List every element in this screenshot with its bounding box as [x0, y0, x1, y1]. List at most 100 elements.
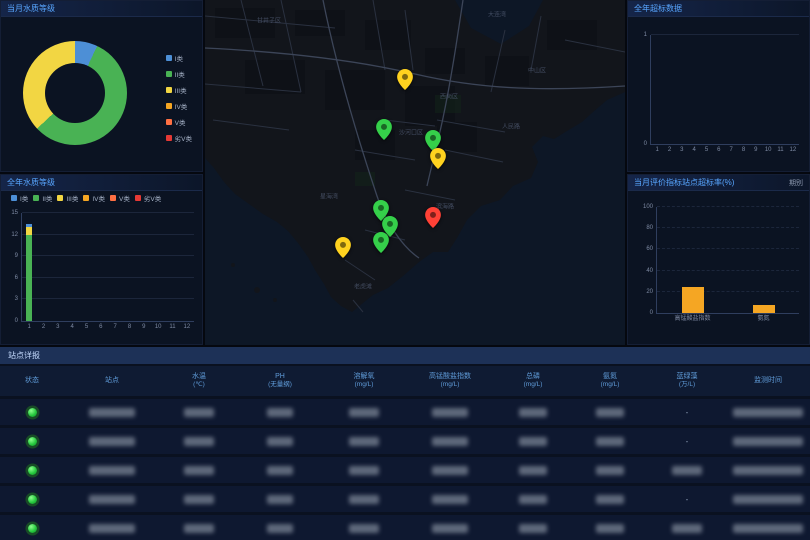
redacted-value: [184, 524, 214, 533]
redacted-value: [733, 408, 803, 417]
redacted-value: [267, 466, 293, 475]
chart-bar: [682, 287, 704, 314]
value-cell: [406, 408, 494, 417]
map-pin-warning[interactable]: [397, 69, 413, 90]
redacted-value: [349, 524, 379, 533]
legend-item[interactable]: 劣V类: [166, 133, 192, 143]
value-cell: [406, 466, 494, 475]
x-axis-tick: 6: [717, 147, 720, 153]
y-axis-tick: 80: [646, 225, 653, 231]
value-cell: [572, 466, 648, 475]
gridline: [657, 227, 799, 228]
x-axis-tick: 1: [27, 324, 30, 330]
station-row[interactable]: -: [0, 486, 810, 512]
month-rate-chart: 020406080100高锰酸盐指数氨氮: [628, 175, 809, 344]
value-cell: [494, 408, 572, 417]
redacted-value: [89, 495, 135, 504]
status-indicator: [28, 495, 37, 504]
redacted-value: [432, 408, 468, 417]
status-indicator: [28, 524, 37, 533]
value-cell: [322, 437, 406, 446]
station-row[interactable]: [0, 457, 810, 483]
station-row[interactable]: -: [0, 399, 810, 425]
value-cell: [322, 408, 406, 417]
legend-item[interactable]: II类: [166, 69, 192, 79]
map-pin-warning[interactable]: [335, 237, 351, 258]
legend-item[interactable]: V类: [166, 117, 192, 127]
year-quality-plot: 03691215123456789101112: [21, 213, 194, 322]
x-axis-tick: 8: [742, 147, 745, 153]
redacted-value: [349, 408, 379, 417]
column-header: 状态: [0, 376, 64, 385]
y-axis-tick: 15: [11, 210, 18, 216]
x-axis-tick: 11: [777, 147, 783, 153]
value-cell: [572, 495, 648, 504]
map-pin-normal[interactable]: [376, 119, 392, 140]
value-cell: [322, 495, 406, 504]
x-axis-tick: 2: [668, 147, 671, 153]
value-cell: [406, 495, 494, 504]
map-pin-alarm[interactable]: [425, 207, 441, 228]
value-cell: [572, 437, 648, 446]
station-row[interactable]: -: [0, 428, 810, 454]
y-axis-tick: 12: [11, 232, 18, 238]
x-axis-tick: 4: [692, 147, 695, 153]
gridline: [657, 248, 799, 249]
gridline: [22, 234, 194, 235]
x-axis-tick: 7: [729, 147, 732, 153]
empty-value: -: [686, 437, 689, 446]
map-pin-warning[interactable]: [430, 148, 446, 169]
legend-item[interactable]: I类: [166, 53, 192, 63]
redacted-value: [672, 466, 702, 475]
panel-month-rate: 当月评价指标站点超标率(%) 期别 020406080100高锰酸盐指数氨氮: [627, 174, 810, 345]
panel-month-quality: 当月水质等级 I类 II类 III类 IV类 V类劣V类: [0, 0, 203, 172]
table-column-headers: 状态站点水温(℃)PH(无量纲)溶解氧(mg/L)高锰酸盐指数(mg/L)总磷(…: [0, 366, 810, 396]
redacted-value: [267, 524, 293, 533]
y-axis-tick: 20: [646, 289, 653, 295]
y-axis-tick: 6: [15, 275, 18, 281]
map-pin-normal[interactable]: [373, 232, 389, 253]
chart-bar: [753, 305, 775, 313]
status-cell: [0, 437, 64, 446]
x-axis-tick: 氨氮: [757, 316, 769, 322]
x-axis-tick: 12: [789, 147, 796, 153]
value-cell: -: [648, 495, 726, 504]
map-panel[interactable]: 甘井子区大连湾中山区西岗区沙河口区人民路星海湾滨海路老虎滩: [205, 0, 625, 345]
legend-item[interactable]: IV类: [166, 101, 192, 111]
map-pin-layer: [205, 0, 625, 345]
column-header: 站点: [64, 376, 160, 385]
legend-item[interactable]: III类: [166, 85, 192, 95]
x-axis-tick: 5: [85, 324, 88, 330]
legend-swatch: [166, 119, 172, 125]
y-axis-tick: 9: [15, 253, 18, 259]
redacted-value: [733, 466, 803, 475]
station-name-cell: [64, 408, 160, 417]
redacted-value: [267, 495, 293, 504]
column-header: 水温(℃): [160, 372, 238, 390]
y-axis-tick: 3: [15, 296, 18, 302]
x-axis-tick: 9: [142, 324, 145, 330]
x-axis-tick: 7: [113, 324, 116, 330]
month-quality-donut-chart[interactable]: [23, 41, 127, 145]
station-name-cell: [64, 495, 160, 504]
value-cell: [494, 524, 572, 533]
panel-month-quality-header: 当月水质等级: [1, 1, 202, 17]
redacted-value: [519, 524, 547, 533]
value-cell: [160, 437, 238, 446]
value-cell: [494, 437, 572, 446]
legend-swatch: [166, 55, 172, 61]
status-indicator: [28, 466, 37, 475]
value-cell: [238, 495, 322, 504]
legend-swatch: [166, 103, 172, 109]
redacted-value: [89, 524, 135, 533]
y-axis-tick: 0: [644, 141, 647, 147]
redacted-value: [184, 437, 214, 446]
redacted-value: [349, 437, 379, 446]
y-axis-tick: 1: [644, 32, 647, 38]
redacted-value: [184, 466, 214, 475]
value-cell: [322, 524, 406, 533]
empty-value: -: [686, 408, 689, 417]
redacted-value: [89, 466, 135, 475]
station-row[interactable]: [0, 515, 810, 540]
table-title-bar: 站点详报: [0, 347, 810, 364]
